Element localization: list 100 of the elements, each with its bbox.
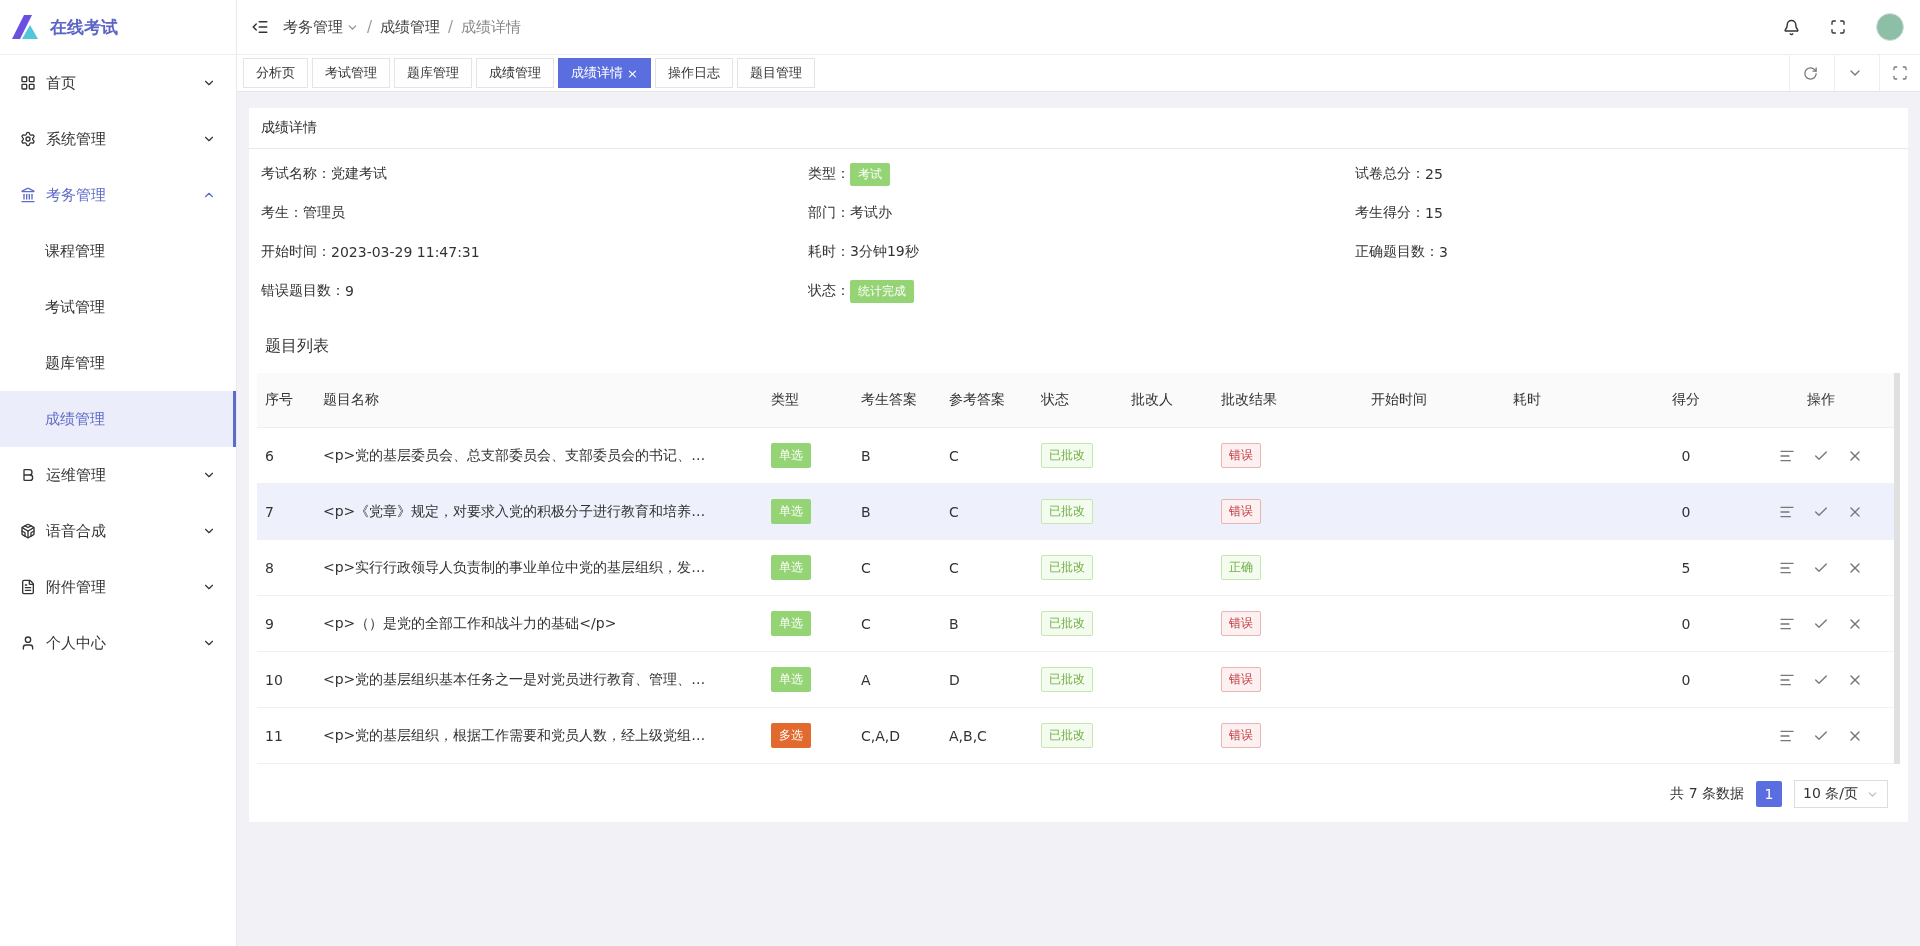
page-tab[interactable]: 成绩详情 × [558, 58, 651, 88]
sidebar-item[interactable]: 考务管理 [0, 167, 236, 223]
breadcrumb-link[interactable]: 成绩管理 [380, 17, 441, 37]
column-header: 批改人 [1130, 391, 1174, 409]
bell-icon[interactable] [1783, 18, 1800, 36]
logo-icon [10, 13, 40, 41]
menu-icon [20, 635, 36, 651]
table-cell-text: <p>党的基层组织，根据工作需要和党员人数，经上级党组… [322, 726, 707, 745]
menu-icon [20, 467, 36, 483]
table-cell-text: C [860, 615, 872, 632]
sidebar-item[interactable]: 附件管理 [0, 559, 236, 615]
table-cell-text: A,B,C [948, 727, 988, 744]
total-count: 共 7 条数据 [1670, 785, 1744, 803]
field-value: 2023-03-29 11:47:31 [331, 244, 480, 260]
field-tag: 统计完成 [850, 279, 914, 303]
field-label: 正确题目数： [1355, 243, 1439, 261]
field-value: 3分钟19秒 [850, 243, 919, 261]
table-cell-text: D [948, 671, 961, 688]
menu-icon [20, 579, 36, 595]
sidebar-item[interactable]: 首页 [0, 55, 236, 111]
page-tab[interactable]: 操作日志 [654, 58, 733, 88]
table-cell-text: B [860, 503, 872, 520]
status-tag: 已批改 [1041, 611, 1093, 636]
page-tab[interactable]: 考试管理 [312, 58, 390, 88]
field-label: 考试名称： [261, 165, 331, 183]
table-cell-text: C [948, 447, 960, 464]
table-cell-text: 9 [264, 615, 275, 632]
menu-icon [20, 523, 36, 539]
section-title: 题目列表 [264, 335, 330, 357]
sidebar-subitem[interactable]: 考试管理 [0, 279, 236, 335]
status-tag: 已批改 [1041, 443, 1093, 468]
field-value: 25 [1425, 166, 1443, 182]
table-cell-text: A [860, 671, 872, 688]
table-cell-text: C [860, 559, 872, 576]
sidebar-item[interactable]: 个人中心 [0, 615, 236, 671]
sidebar-item[interactable]: 运维管理 [0, 447, 236, 503]
result-tag: 错误 [1221, 723, 1261, 748]
field-value: 考试办 [850, 204, 892, 222]
fullscreen-icon[interactable] [1830, 19, 1846, 35]
status-tag: 已批改 [1041, 555, 1093, 580]
type-tag: 单选 [771, 611, 811, 636]
breadcrumb-separator: / [448, 18, 454, 36]
type-tag: 单选 [771, 667, 811, 692]
sidebar-subitem[interactable]: 课程管理 [0, 223, 236, 279]
result-tag: 错误 [1221, 611, 1261, 636]
type-tag: 单选 [771, 499, 811, 524]
page-tab[interactable]: 题库管理 [394, 58, 472, 88]
table-cell-text: 0 [1680, 671, 1692, 688]
table-row[interactable]: 7 <p>《党章》规定，对要求入党的积极分子进行教育和培养… 单选 B C 已批改 错误 0 [257, 484, 1894, 540]
table-cell-text: 5 [1680, 559, 1692, 576]
field-label: 部门： [808, 204, 850, 222]
column-header: 耗时 [1512, 391, 1542, 409]
menu-icon[interactable] [251, 18, 269, 36]
page-tab[interactable]: 分析页 [243, 58, 308, 88]
breadcrumb-separator: / [367, 18, 373, 36]
table-cell-text: 0 [1680, 447, 1692, 464]
table-cell-text: 11 [264, 727, 284, 744]
field-label: 状态： [808, 282, 850, 300]
sidebar-item[interactable]: 系统管理 [0, 111, 236, 167]
table-cell-text: <p>党的基层组织基本任务之一是对党员进行教育、管理、… [322, 670, 707, 689]
sidebar-item[interactable]: 语音合成 [0, 503, 236, 559]
tab-close[interactable]: × [627, 65, 638, 81]
column-header: 题目名称 [322, 391, 380, 409]
breadcrumb-link[interactable]: 考务管理 [283, 17, 359, 37]
column-header: 批改结果 [1220, 391, 1278, 409]
table-cell-text: 8 [264, 559, 275, 576]
status-tag: 已批改 [1041, 723, 1093, 748]
sidebar-subitem[interactable]: 成绩管理 [0, 391, 236, 447]
page-tab[interactable]: 题目管理 [736, 58, 815, 88]
page-tab[interactable]: 成绩管理 [476, 58, 554, 88]
field-label: 耗时： [808, 243, 850, 261]
field-label: 考生： [261, 204, 303, 222]
column-header: 类型 [770, 391, 800, 409]
menu-icon [20, 187, 36, 203]
field-label: 类型： [808, 165, 850, 183]
field-label: 试卷总分： [1355, 165, 1425, 183]
status-tag: 已批改 [1041, 667, 1093, 692]
page-button[interactable]: 1 [1756, 781, 1782, 807]
result-tag: 错误 [1221, 667, 1261, 692]
menu-icon [20, 131, 36, 147]
field-label: 错误题目数： [261, 282, 345, 300]
table-cell-text: B [948, 615, 960, 632]
breadcrumb-link[interactable]: 成绩详情 [461, 17, 522, 37]
page-size-select[interactable]: 10 条/页 [1794, 780, 1888, 808]
table-cell-text: C,A,D [860, 727, 902, 744]
column-header: 序号 [264, 391, 294, 409]
refresh-icon [1802, 65, 1818, 81]
app-title: 在线考试 [50, 15, 118, 39]
column-header: 状态 [1040, 391, 1070, 409]
table-cell-text: 7 [264, 503, 275, 520]
column-header: 操作 [1805, 391, 1836, 409]
table-cell-text: 0 [1680, 615, 1692, 632]
sidebar-subitem[interactable]: 题库管理 [0, 335, 236, 391]
field-tag: 考试 [850, 162, 890, 186]
field-value: 党建考试 [331, 165, 387, 183]
field-label: 考生得分： [1355, 204, 1425, 222]
frame-icon [1892, 65, 1908, 81]
column-header: 参考答案 [948, 391, 1006, 409]
table-cell-text: <p>《党章》规定，对要求入党的积极分子进行教育和培养… [322, 502, 707, 521]
field-value: 15 [1425, 205, 1443, 221]
